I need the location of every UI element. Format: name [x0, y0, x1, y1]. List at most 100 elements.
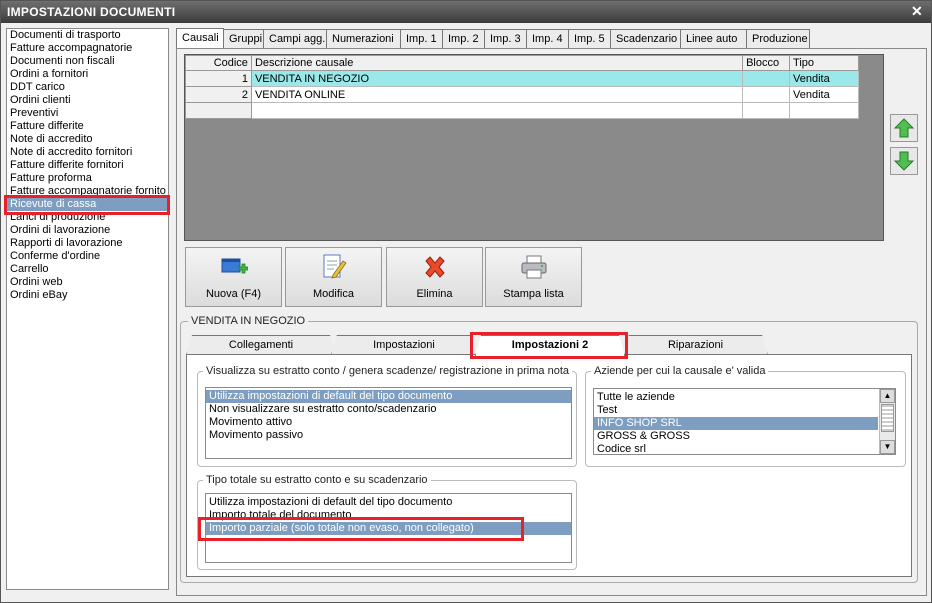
edit-button-label: Modifica [313, 288, 354, 300]
scroll-up-icon[interactable]: ▲ [880, 389, 895, 403]
new-window-icon [221, 258, 248, 274]
col-tipo[interactable]: Tipo [789, 55, 859, 71]
tab-gruppi[interactable]: Gruppi [223, 29, 264, 49]
doc-type-item-fatture-differite-fornitori[interactable]: Fatture differite fornitori [7, 159, 168, 172]
aziende-scrollbar[interactable]: ▲ ▼ [879, 389, 895, 454]
tab-linee-auto[interactable]: Linee auto [680, 29, 747, 49]
tab-causali[interactable]: Causali [176, 28, 224, 50]
col-descrizione[interactable]: Descrizione causale [250, 55, 744, 71]
tab-imp-2[interactable]: Imp. 2 [442, 29, 485, 49]
row-blocco[interactable] [742, 86, 791, 103]
tab-imp-1[interactable]: Imp. 1 [400, 29, 443, 49]
list-item[interactable]: INFO SHOP SRL [594, 417, 878, 430]
list-item[interactable]: Test [594, 404, 878, 417]
print-list-button[interactable]: Stampa lista [485, 247, 582, 307]
close-icon[interactable]: ✕ [911, 3, 923, 20]
doc-type-item-fatture-accompagnatorie[interactable]: Fatture accompagnatorie [7, 42, 168, 55]
doc-type-item-ordini-a-fornitori[interactable]: Ordini a fornitori [7, 68, 168, 81]
doc-type-item-documenti-non-fiscali[interactable]: Documenti non fiscali [7, 55, 168, 68]
tab-impostazioni[interactable]: Impostazioni [331, 335, 477, 355]
move-down-button[interactable] [890, 147, 918, 175]
new-button[interactable]: Nuova (F4) [185, 247, 282, 307]
list-item[interactable]: Utilizza impostazioni di default del tip… [206, 496, 571, 509]
aziende-listbox[interactable]: Tutte le aziende Test INFO SHOP SRL GROSS &… [593, 388, 896, 455]
estratto-label: Visualizza su estratto conto / genera sc… [203, 365, 572, 377]
doc-type-item-ordini-clienti[interactable]: Ordini clienti [7, 94, 168, 107]
doc-type-item-lanci-di-produzione[interactable]: Lanci di produzione [7, 211, 168, 224]
move-up-button[interactable] [890, 114, 918, 142]
row-descrizione[interactable]: VENDITA IN NEGOZIO [250, 70, 744, 87]
list-item[interactable]: Movimento attivo [206, 416, 571, 429]
row-tipo[interactable]: Vendita [789, 86, 859, 103]
delete-button-label: Elimina [416, 288, 453, 300]
tab-campi-agg[interactable]: Campi agg. [263, 29, 327, 49]
tab-impostazioni-label: Impostazioni [373, 339, 435, 351]
new-button-label: Nuova (F4) [205, 288, 262, 300]
tab-collegamenti-label: Collegamenti [228, 339, 294, 351]
col-codice[interactable]: Codice [185, 55, 252, 71]
causali-grid[interactable]: Codice Descrizione causale Blocco Tipo 1… [184, 54, 884, 241]
doc-type-item-ddt-carico[interactable]: DDT carico [7, 81, 168, 94]
row-codice: 1 [185, 70, 252, 87]
list-item[interactable]: Movimento passivo [206, 429, 571, 442]
print-list-button-label: Stampa lista [503, 288, 564, 300]
doc-type-item-documenti-di-trasporto[interactable]: Documenti di trasporto [7, 29, 168, 42]
doc-type-item-fatture-accompagnatorie-fornito[interactable]: Fatture accompagnatorie fornito [7, 185, 168, 198]
doc-type-item-carrello[interactable]: Carrello [7, 263, 168, 276]
doc-type-item-ordini-web[interactable]: Ordini web [7, 276, 168, 289]
delete-button[interactable]: Elimina [386, 247, 483, 307]
table-row[interactable]: 2 VENDITA ONLINE Vendita [185, 86, 859, 103]
row-cell-empty[interactable] [250, 102, 744, 119]
row-descrizione[interactable]: VENDITA ONLINE [250, 86, 744, 103]
list-item[interactable]: Codice srl [594, 443, 878, 454]
arrow-up-icon [893, 118, 915, 138]
row-tipo[interactable]: Vendita [789, 70, 859, 87]
tipo-totale-listbox[interactable]: Utilizza impostazioni di default del tip… [205, 493, 572, 563]
tab-scadenzario[interactable]: Scadenzario [610, 29, 681, 49]
tab-produzione[interactable]: Produzione [746, 29, 810, 49]
estratto-listbox[interactable]: Utilizza impostazioni di default del tip… [205, 387, 572, 459]
tab-impostazioni-2-label: Impostazioni 2 [511, 339, 589, 351]
table-row[interactable]: 1 VENDITA IN NEGOZIO Vendita [185, 70, 859, 87]
row-header-empty [185, 102, 252, 119]
tab-imp-3[interactable]: Imp. 3 [484, 29, 527, 49]
row-cell-empty[interactable] [789, 102, 859, 119]
list-item[interactable]: Importo parziale (solo totale non evaso,… [206, 522, 571, 535]
row-blocco[interactable] [742, 70, 791, 87]
list-item[interactable]: Tutte le aziende [594, 391, 878, 404]
doc-type-item-preventivi[interactable]: Preventivi [7, 107, 168, 120]
list-item[interactable]: Importo totale del documento [206, 509, 571, 522]
printer-icon [521, 255, 546, 279]
doc-type-item-conferme-d-ordine[interactable]: Conferme d'ordine [7, 250, 168, 263]
tab-riparazioni-label: Riparazioni [667, 339, 724, 351]
arrow-down-icon [893, 151, 915, 171]
list-item[interactable]: Non visualizzare su estratto conto/scade… [206, 403, 571, 416]
detail-group-title: VENDITA IN NEGOZIO [188, 315, 309, 327]
row-cell-empty[interactable] [742, 102, 791, 119]
doc-type-item-fatture-proforma[interactable]: Fatture proforma [7, 172, 168, 185]
row-codice: 2 [185, 86, 252, 103]
tab-numerazioni[interactable]: Numerazioni [326, 29, 401, 49]
document-type-list[interactable]: Documenti di trasporto Fatture accompagna… [6, 28, 169, 590]
doc-type-item-note-di-accredito-fornitori[interactable]: Note di accredito fornitori [7, 146, 168, 159]
edit-button[interactable]: Modifica [285, 247, 382, 307]
window-title: IMPOSTAZIONI DOCUMENTI [7, 5, 176, 19]
doc-type-item-ordini-ebay[interactable]: Ordini eBay [7, 289, 168, 302]
doc-type-item-ordini-di-lavorazione[interactable]: Ordini di lavorazione [7, 224, 168, 237]
col-blocco[interactable]: Blocco [742, 55, 791, 71]
tab-riparazioni[interactable]: Riparazioni [623, 335, 768, 355]
table-row-empty[interactable] [185, 102, 859, 119]
doc-type-item-note-di-accredito[interactable]: Note di accredito [7, 133, 168, 146]
tab-imp-5[interactable]: Imp. 5 [568, 29, 611, 49]
list-item[interactable]: Utilizza impostazioni di default del tip… [206, 390, 571, 403]
delete-x-icon [424, 256, 445, 278]
tab-impostazioni-2[interactable]: Impostazioni 2 [475, 335, 625, 356]
doc-type-item-ricevute-di-cassa[interactable]: Ricevute di cassa [7, 198, 168, 211]
list-item[interactable]: GROSS & GROSS [594, 430, 878, 443]
doc-type-item-fatture-differite[interactable]: Fatture differite [7, 120, 168, 133]
tab-imp-4[interactable]: Imp. 4 [526, 29, 569, 49]
scroll-thumb[interactable] [881, 404, 894, 432]
doc-type-item-rapporti-di-lavorazione[interactable]: Rapporti di lavorazione [7, 237, 168, 250]
tab-collegamenti[interactable]: Collegamenti [186, 335, 336, 355]
scroll-down-icon[interactable]: ▼ [880, 440, 895, 454]
